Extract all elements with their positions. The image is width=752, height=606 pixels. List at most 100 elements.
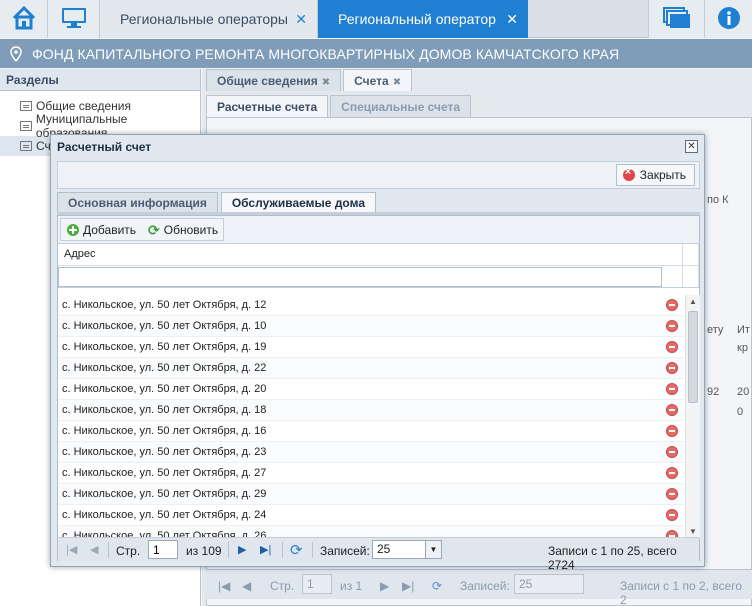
records-select[interactable]: 25 [514,574,584,594]
refresh-button[interactable]: ⟳ Обновить [142,219,224,240]
tab-main-info[interactable]: Основная информация [57,192,218,213]
delete-icon[interactable] [666,341,678,353]
delete-icon[interactable] [666,320,678,332]
bg-text: 92 [707,386,720,398]
dialog-tabs: Основная информация Обслуживаемые дома [57,192,376,214]
delete-icon[interactable] [666,404,678,416]
table-row[interactable]: с. Никольское, ул. 50 лет Октября, д. 18 [58,400,684,421]
table-row[interactable]: с. Никольское, ул. 50 лет Октября, д. 19 [58,337,684,358]
bg-text: 0 [737,406,744,418]
close-tab-icon[interactable]: ✕ [506,11,518,28]
page-count: из 109 [186,544,222,558]
last-page-icon[interactable]: ▶| [260,543,271,556]
monitor-icon [60,6,88,33]
dialog-toolbar: Закрыть [57,161,700,189]
table-row[interactable]: с. Никольское, ул. 50 лет Октября, д. 23 [58,442,684,463]
list-icon [20,121,32,131]
home-icon [11,5,37,34]
windows-button[interactable] [648,0,704,38]
list-icon [20,101,32,111]
table-row[interactable]: с. Никольское, ул. 50 лет Октября, д. 24 [58,505,684,526]
scroll-thumb[interactable] [688,311,698,403]
close-circle-icon [622,166,635,181]
separator [108,542,109,558]
tab-label: Региональные операторы [120,11,288,27]
dialog-title: Расчетный счет [57,140,152,154]
address-cell: с. Никольское, ул. 50 лет Октября, д. 18 [62,404,267,416]
first-page-icon[interactable]: |◀ [218,579,230,593]
tab-general-info[interactable]: Общие сведения ✖ [206,69,342,91]
separator [312,542,313,558]
tab-label: Общие сведения [217,74,318,88]
houses-toolbar: Добавить ⟳ Обновить [58,216,699,244]
scroll-down-icon[interactable]: ▼ [689,527,697,536]
prev-page-icon[interactable]: ◀ [242,579,251,593]
table-row[interactable]: с. Никольское, ул. 50 лет Октября, д. 16 [58,421,684,442]
records-value: 25 [377,542,391,556]
scroll-up-icon[interactable]: ▲ [689,297,697,306]
bg-text: кр [737,342,748,354]
close-tab-icon[interactable]: ✖ [322,77,330,88]
address-cell: с. Никольское, ул. 50 лет Октября, д. 24 [62,509,267,521]
tab-special-accounts[interactable]: Специальные счета [330,95,472,117]
sidebar-header: Разделы [0,69,200,91]
address-cell: с. Никольское, ул. 50 лет Октября, д. 16 [62,425,267,437]
page-count: из 1 [340,579,363,593]
records-per-page-select[interactable]: 25 ▼ [372,540,442,559]
delete-icon[interactable] [666,362,678,374]
address-cell: с. Никольское, ул. 50 лет Октября, д. 29 [62,488,267,500]
last-page-icon[interactable]: ▶| [402,579,414,593]
filter-row [58,266,699,288]
vertical-scrollbar[interactable]: ▲ ▼ [685,295,700,538]
records-summary: Записи с 1 по 25, всего 2724 [548,544,677,572]
delete-icon[interactable] [666,383,678,395]
tab-settlement-accounts[interactable]: Расчетные счета [206,95,329,117]
first-page-icon[interactable]: |◀ [66,543,77,556]
table-row[interactable]: с. Никольское, ул. 50 лет Октября, д. 29 [58,484,684,505]
tab-accounts[interactable]: Счета ✖ [343,69,413,91]
table-row[interactable]: с. Никольское, ул. 50 лет Октября, д. 10 [58,316,684,337]
delete-icon[interactable] [666,446,678,458]
address-column-header[interactable]: Адрес [58,244,699,288]
delete-icon[interactable] [666,425,678,437]
address-filter-input[interactable] [58,267,662,287]
delete-icon[interactable] [666,299,678,311]
delete-icon[interactable] [666,488,678,500]
sidebar-item-label: Сч [36,139,51,153]
address-cell: с. Никольское, ул. 50 лет Октября, д. 10 [62,320,267,332]
list-icon [20,141,32,151]
account-subtabs: Расчетные счета Специальные счета [206,95,472,117]
top-bar: Региональные операторы ✕ Региональный оп… [0,0,752,38]
records-label: Записей: [320,544,370,558]
home-button[interactable] [0,0,48,38]
table-row[interactable]: с. Никольское, ул. 50 лет Октября, д. 20 [58,379,684,400]
table-row[interactable]: с. Никольское, ул. 50 лет Октября, д. 22 [58,358,684,379]
next-page-icon[interactable]: ▶ [238,543,246,556]
address-cell: с. Никольское, ул. 50 лет Октября, д. 19 [62,341,267,353]
tab-label: Региональный оператор [338,11,496,27]
page-input[interactable]: 1 [302,574,332,594]
tab-served-houses[interactable]: Обслуживаемые дома [220,192,376,213]
sidebar-item-label: Общие сведения [36,99,131,113]
location-pin-icon [10,45,22,62]
add-button[interactable]: Добавить [61,219,142,240]
table-row[interactable]: с. Никольское, ул. 50 лет Октября, д. 27 [58,463,684,484]
delete-icon[interactable] [666,509,678,521]
sidebar-item-municipalities[interactable]: Муниципальные образования [0,112,200,140]
info-button[interactable] [704,0,752,38]
tab-regional-operator[interactable]: Региональный оператор ✕ [318,0,528,38]
close-button[interactable]: Закрыть [615,164,695,186]
refresh-icon[interactable]: ⟳ [432,579,442,593]
close-tab-icon[interactable]: ✕ [295,11,307,28]
close-tab-icon[interactable]: ✖ [393,77,401,88]
close-icon[interactable]: ✕ [685,140,698,153]
page-input[interactable] [148,540,178,559]
delete-icon[interactable] [666,467,678,479]
desktop-button[interactable] [48,0,100,38]
prev-page-icon[interactable]: ◀ [90,543,98,556]
table-row[interactable]: с. Никольское, ул. 50 лет Октября, д. 12 [58,295,684,316]
tab-regional-operators[interactable]: Региональные операторы ✕ [100,0,318,38]
next-page-icon[interactable]: ▶ [380,579,389,593]
dialog-header: Расчетный счет ✕ [51,135,704,159]
refresh-icon[interactable]: ⟳ [290,541,303,559]
